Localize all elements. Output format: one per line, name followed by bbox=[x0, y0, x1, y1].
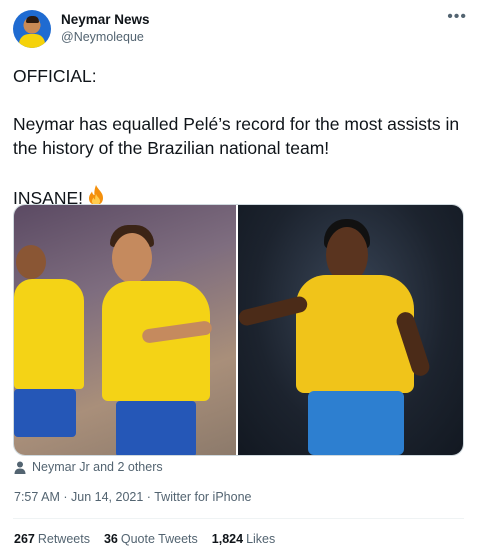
player-face bbox=[112, 233, 152, 283]
pele-jersey bbox=[296, 275, 415, 393]
tweet-meta: 7:57 AM · Jun 14, 2021 · Twitter for iPh… bbox=[14, 490, 251, 504]
divider bbox=[13, 518, 464, 519]
avatar[interactable] bbox=[13, 10, 51, 48]
likes-count: 1,824 bbox=[211, 532, 244, 546]
tweet-date[interactable]: Jun 14, 2021 bbox=[71, 490, 143, 504]
retweets-stat[interactable]: 267 Retweets bbox=[14, 532, 90, 546]
photo-pele-brazil-shirt[interactable] bbox=[238, 205, 463, 455]
retweets-label: Retweets bbox=[37, 532, 90, 546]
tagged-people[interactable]: Neymar Jr and 2 others bbox=[14, 460, 163, 474]
tagged-people-text: Neymar Jr and 2 others bbox=[32, 460, 163, 474]
quote-tweets-label: Quote Tweets bbox=[120, 532, 198, 546]
tweet-line-2: Neymar has equalled Pelé’s record for th… bbox=[13, 114, 460, 158]
retweets-count: 267 bbox=[14, 532, 35, 546]
meta-separator-1: · bbox=[63, 490, 68, 504]
tweet-time[interactable]: 7:57 AM bbox=[14, 490, 60, 504]
photo-neymar-celebrating[interactable] bbox=[14, 205, 237, 455]
pele-shorts bbox=[308, 391, 405, 455]
display-name[interactable]: Neymar News bbox=[61, 12, 150, 27]
tweet-media[interactable] bbox=[13, 204, 464, 456]
player-shorts-main bbox=[116, 401, 196, 455]
avatar-shirt bbox=[19, 34, 45, 48]
tweet-text: OFFICIAL: Neymar has equalled Pelé’s rec… bbox=[13, 64, 465, 212]
likes-label: Likes bbox=[246, 532, 276, 546]
tweet-source[interactable]: Twitter for iPhone bbox=[154, 490, 251, 504]
tweet-line-1: OFFICIAL: bbox=[13, 66, 97, 86]
meta-separator-2: · bbox=[146, 490, 151, 504]
player-shorts bbox=[14, 389, 76, 437]
player-shirt bbox=[14, 279, 84, 389]
tweet-stats: 267 Retweets 36 Quote Tweets 1,824 Likes bbox=[14, 532, 275, 546]
more-options-icon[interactable]: ••• bbox=[447, 8, 467, 26]
person-icon bbox=[14, 461, 26, 474]
player-head bbox=[16, 245, 46, 279]
avatar-hair bbox=[26, 16, 39, 23]
user-handle[interactable]: @Neymoleque bbox=[61, 30, 144, 44]
tweet-header: Neymar News @Neymoleque ••• bbox=[13, 8, 467, 50]
quote-tweets-stat[interactable]: 36 Quote Tweets bbox=[104, 532, 198, 546]
quote-tweets-count: 36 bbox=[103, 532, 118, 546]
likes-stat[interactable]: 1,824 Likes bbox=[212, 532, 275, 546]
